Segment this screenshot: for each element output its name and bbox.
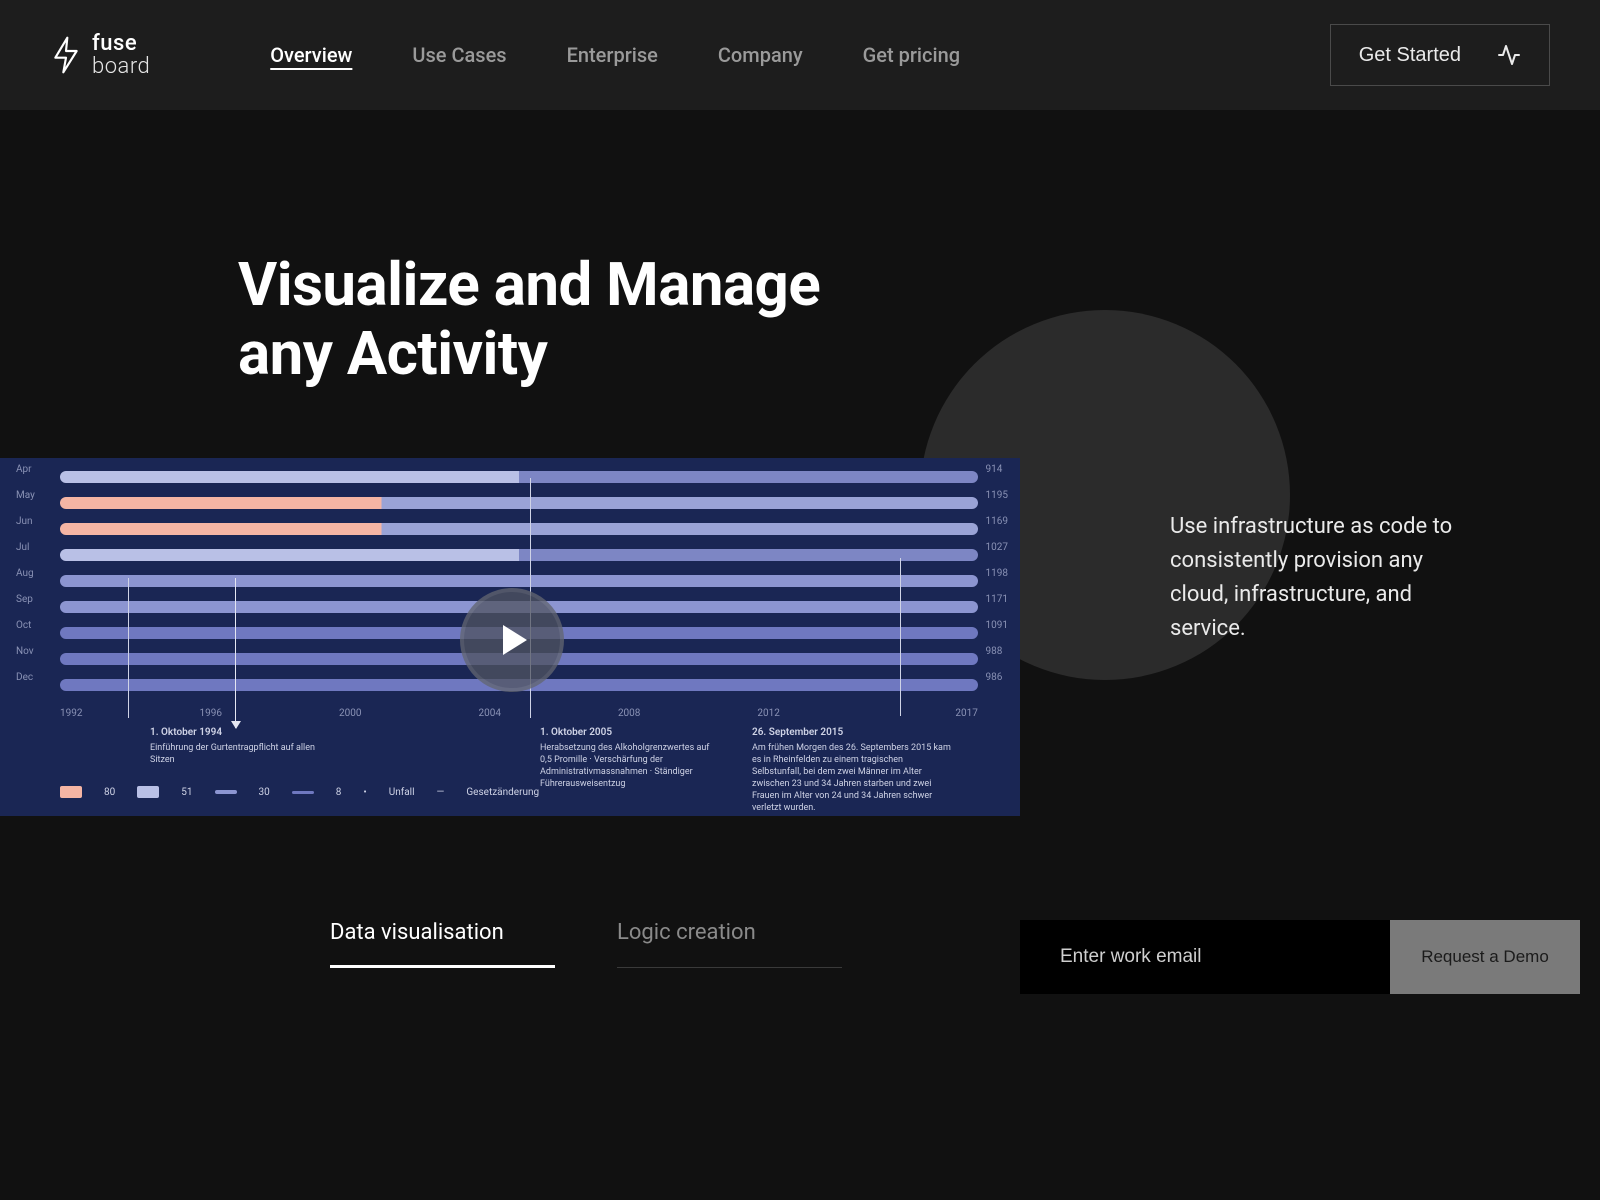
- hero-copy: Use infrastructure as code to consistent…: [1170, 510, 1470, 646]
- site-header: fuse board Overview Use Cases Enterprise…: [0, 0, 1600, 110]
- tab-logic-creation[interactable]: Logic creation: [617, 920, 842, 968]
- brand-name: fuse board: [92, 32, 150, 78]
- chart-annotation: 1. Oktober 2005 Herabsetzung des Alkohol…: [540, 726, 710, 790]
- lower-section: Data visualisation Logic creation Reques…: [0, 920, 1600, 994]
- play-icon: [503, 625, 527, 655]
- primary-nav: Overview Use Cases Enterprise Company Ge…: [270, 43, 960, 67]
- page-title: Visualize and Manage any Activity: [238, 250, 1600, 388]
- nav-enterprise[interactable]: Enterprise: [567, 43, 658, 67]
- nav-pricing[interactable]: Get pricing: [863, 43, 960, 67]
- hero-video: AprMayJun JulAugSep OctNovDec 9141195116…: [0, 458, 1020, 816]
- y-axis-left: AprMayJun JulAugSep OctNovDec: [16, 464, 35, 683]
- marker-line: [128, 578, 129, 718]
- activity-icon: [1497, 43, 1521, 67]
- marker-line: [900, 558, 901, 716]
- x-axis: 1992 1996 2000 2004 2008 2012 2017: [60, 708, 978, 719]
- brand-logo[interactable]: fuse board: [50, 32, 150, 78]
- play-button[interactable]: [460, 588, 564, 692]
- request-demo-button[interactable]: Request a Demo: [1390, 920, 1580, 994]
- tab-data-visualisation[interactable]: Data visualisation: [330, 920, 555, 968]
- chart-legend: 80 51 30 8 •Unfall —Gesetzänderung: [60, 786, 539, 798]
- arrow-down-icon: [235, 578, 236, 728]
- email-field[interactable]: [1020, 920, 1390, 994]
- nav-overview[interactable]: Overview: [270, 43, 352, 67]
- get-started-label: Get Started: [1359, 44, 1461, 67]
- feature-tabs: Data visualisation Logic creation: [330, 920, 842, 968]
- demo-cta: Request a Demo: [1020, 920, 1580, 994]
- y-axis-right: 91411951169 102711981171 1091988986: [986, 464, 1008, 683]
- nav-use-cases[interactable]: Use Cases: [412, 43, 506, 67]
- chart-annotation: 1. Oktober 1994 Einführung der Gurtentra…: [150, 726, 320, 766]
- bolt-icon: [50, 35, 82, 75]
- nav-company[interactable]: Company: [718, 43, 803, 67]
- chart-annotation: 26. September 2015 Am frühen Morgen des …: [752, 726, 952, 814]
- get-started-button[interactable]: Get Started: [1330, 24, 1550, 86]
- hero-section: Visualize and Manage any Activity Use in…: [0, 110, 1600, 816]
